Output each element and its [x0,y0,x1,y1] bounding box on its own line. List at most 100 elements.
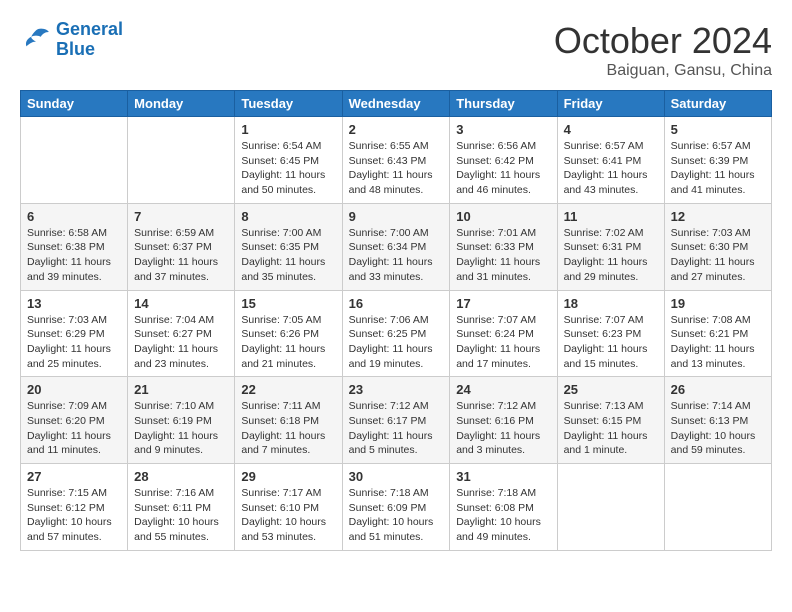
table-row: 3 Sunrise: 6:56 AMSunset: 6:42 PMDaylight… [450,117,557,204]
sunrise-text: Sunrise: 6:58 AM [27,227,107,239]
day-number: 5 [671,122,765,137]
cell-content: Sunrise: 7:06 AMSunset: 6:25 PMDaylight:… [349,313,444,372]
cell-content: Sunrise: 6:58 AMSunset: 6:38 PMDaylight:… [27,226,121,285]
daylight-text: Daylight: 11 hours and 21 minutes. [241,343,325,370]
table-row: 12 Sunrise: 7:03 AM Sunset: 6:30 PM Dayligh… [664,203,771,290]
cell-content: Sunrise: 7:13 AMSunset: 6:15 PMDaylight:… [564,399,658,458]
cell-content: Sunrise: 7:08 AMSunset: 6:21 PMDaylight:… [671,313,765,372]
week-row-1: 1Sunrise: 6:54 AMSunset: 6:45 PMDaylight… [21,117,772,204]
week-row-3: 13Sunrise: 7:03 AMSunset: 6:29 PMDayligh… [21,290,772,377]
day-number: 23 [349,382,444,397]
day-number: 28 [134,469,228,484]
sunrise-text: Sunrise: 7:11 AM [241,400,320,412]
daylight-text: Daylight: 11 hours and 39 minutes. [27,256,111,283]
cell-content: Sunrise: 7:03 AMSunset: 6:29 PMDaylight:… [27,313,121,372]
sunrise-text: Sunrise: 7:16 AM [134,487,214,499]
table-row: 22Sunrise: 7:11 AMSunset: 6:18 PMDayligh… [235,377,342,464]
table-row: 30Sunrise: 7:18 AMSunset: 6:09 PMDayligh… [342,464,450,551]
sunset-text: Sunset: 6:19 PM [134,415,212,427]
cell-content: Sunrise: 7:00 AM Sunset: 6:34 PM Daylight:… [349,226,444,285]
sunset-text: Sunset: 6:27 PM [134,328,212,340]
sunrise-text: Sunrise: 7:07 AM [456,314,536,326]
sunrise-text: Sunrise: 7:02 AM [564,227,644,239]
table-row [21,117,128,204]
sunset-text: Sunset: 6:33 PM [456,241,534,253]
sunrise-text: Sunrise: 7:03 AM [671,227,751,239]
sunset-text: Sunset: 6:23 PM [564,328,642,340]
daylight-text: Daylight: 11 hours and 31 minutes. [456,256,540,283]
sunrise-text: Sunrise: 7:05 AM [241,314,321,326]
sunrise-text: Sunrise: 7:03 AM [27,314,107,326]
daylight-text: Daylight: 10 hours and 55 minutes. [134,516,219,543]
cell-content: Sunrise: 6:57 AMSunset: 6:39 PMDaylight:… [671,139,765,198]
sunrise-text: Sunrise: 7:18 AM [456,487,536,499]
daylight-text: Daylight: 11 hours and 27 minutes. [671,256,755,283]
sunset-text: Sunset: 6:45 PM [241,155,319,167]
daylight-text: Daylight: 11 hours and 29 minutes. [564,256,648,283]
sunrise-text: Sunrise: 7:00 AM [349,227,429,239]
cell-content: Sunrise: 7:07 AMSunset: 6:23 PMDaylight:… [564,313,658,372]
sunset-text: Sunset: 6:37 PM [134,241,212,253]
sunset-text: Sunset: 6:12 PM [27,502,105,514]
page-header: General Blue October 2024 Baiguan, Gansu… [20,20,772,80]
sunset-text: Sunset: 6:35 PM [241,241,319,253]
header-saturday: Saturday [664,91,771,117]
cell-content: Sunrise: 6:56 AMSunset: 6:42 PMDaylight:… [456,139,550,198]
day-number: 3 [456,122,550,137]
table-row: 29Sunrise: 7:17 AMSunset: 6:10 PMDayligh… [235,464,342,551]
day-number: 11 [564,209,658,224]
sunrise-text: Sunrise: 7:17 AM [241,487,321,499]
week-row-2: 6Sunrise: 6:58 AMSunset: 6:38 PMDaylight… [21,203,772,290]
sunrise-text: Sunrise: 7:12 AM [456,400,536,412]
logo-text: General Blue [56,20,123,60]
logo-icon [20,24,52,56]
daylight-text: Daylight: 11 hours and 19 minutes. [349,343,433,370]
header-thursday: Thursday [450,91,557,117]
location-title: Baiguan, Gansu, China [554,62,772,80]
sunrise-text: Sunrise: 7:18 AM [349,487,429,499]
table-row: 24 Sunrise: 7:12 AM Sunset: 6:16 PM Dayligh… [450,377,557,464]
daylight-text: Daylight: 11 hours and 33 minutes. [349,256,433,283]
cell-content: Sunrise: 7:01 AM Sunset: 6:33 PM Daylight:… [456,226,550,285]
month-title: October 2024 [554,20,772,62]
sunset-text: Sunset: 6:30 PM [671,241,749,253]
day-number: 24 [456,382,550,397]
daylight-text: Daylight: 11 hours and 1 minute. [564,430,648,457]
daylight-text: Daylight: 11 hours and 41 minutes. [671,169,755,196]
daylight-text: Daylight: 11 hours and 25 minutes. [27,343,111,370]
header-friday: Friday [557,91,664,117]
daylight-text: Daylight: 10 hours and 51 minutes. [349,516,434,543]
cell-content: Sunrise: 7:03 AM Sunset: 6:30 PM Daylight:… [671,226,765,285]
table-row: 4Sunrise: 6:57 AMSunset: 6:41 PMDaylight… [557,117,664,204]
sunset-text: Sunset: 6:16 PM [456,415,534,427]
week-row-5: 27Sunrise: 7:15 AMSunset: 6:12 PMDayligh… [21,464,772,551]
sunrise-text: Sunrise: 6:55 AM [349,140,429,152]
logo-line2: Blue [56,39,95,59]
cell-content: Sunrise: 7:05 AMSunset: 6:26 PMDaylight:… [241,313,335,372]
daylight-text: Daylight: 11 hours and 17 minutes. [456,343,540,370]
day-number: 22 [241,382,335,397]
table-row: 5 Sunrise: 6:57 AMSunset: 6:39 PMDaylight… [664,117,771,204]
sunrise-text: Sunrise: 6:59 AM [134,227,214,239]
table-row: 9 Sunrise: 7:00 AM Sunset: 6:34 PM Daylight… [342,203,450,290]
day-number: 21 [134,382,228,397]
daylight-text: Daylight: 11 hours and 3 minutes. [456,430,540,457]
header-tuesday: Tuesday [235,91,342,117]
sunrise-text: Sunrise: 7:10 AM [134,400,214,412]
table-row [128,117,235,204]
sunset-text: Sunset: 6:24 PM [456,328,534,340]
day-number: 2 [349,122,444,137]
day-number: 12 [671,209,765,224]
day-number: 9 [349,209,444,224]
cell-content: Sunrise: 7:18 AMSunset: 6:08 PMDaylight:… [456,486,550,545]
sunrise-text: Sunrise: 7:12 AM [349,400,429,412]
cell-content: Sunrise: 6:54 AMSunset: 6:45 PMDaylight:… [241,139,335,198]
daylight-text: Daylight: 10 hours and 59 minutes. [671,430,756,457]
cell-content: Sunrise: 7:04 AMSunset: 6:27 PMDaylight:… [134,313,228,372]
day-number: 31 [456,469,550,484]
sunrise-text: Sunrise: 7:01 AM [456,227,536,239]
table-row: 14Sunrise: 7:04 AMSunset: 6:27 PMDayligh… [128,290,235,377]
table-row: 10Sunrise: 7:01 AMSunset: 6:33 PMDayligh… [450,203,557,290]
sunset-text: Sunset: 6:34 PM [349,241,427,253]
cell-content: Sunrise: 7:09 AMSunset: 6:20 PMDaylight:… [27,399,121,458]
